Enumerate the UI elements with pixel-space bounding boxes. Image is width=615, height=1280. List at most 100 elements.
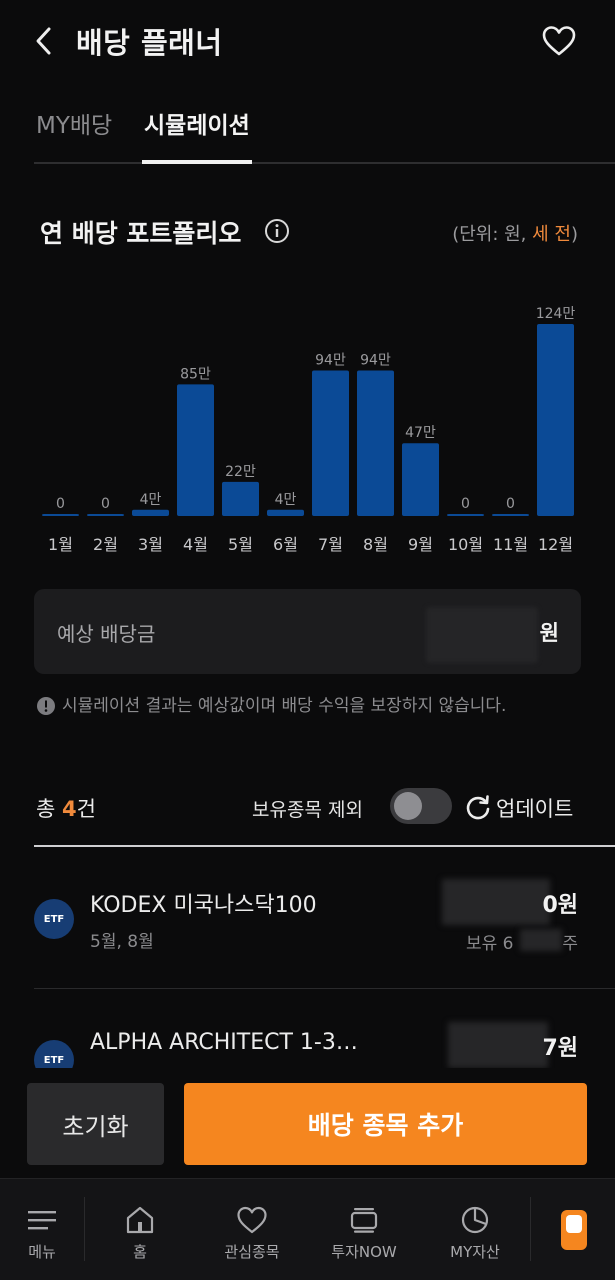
nav-separator [84,1197,85,1261]
bar-9[interactable] [402,443,439,516]
nav-menu[interactable]: 메뉴 [14,1179,70,1280]
data-label-5: 22만 [225,464,256,480]
bar-8[interactable] [357,370,394,517]
unit-label: (단위: 원, 세 전) [452,220,578,246]
exclude-holdings-label: 보유종목 제외 [252,799,363,821]
nav-watchlist-label: 관심종목 [224,1243,280,1261]
menu-icon [28,1211,56,1230]
month-label-7: 7월 [318,535,343,554]
data-label-3: 4만 [140,492,162,508]
nav-home[interactable]: 홈 [110,1179,170,1280]
bar-10[interactable] [447,514,484,516]
unit-suffix: ) [570,224,578,245]
nav-menu-label: 메뉴 [28,1243,56,1261]
bar-5[interactable] [222,481,259,516]
exclude-holdings-toggle[interactable] [390,788,452,824]
month-label-2: 2월 [93,535,118,554]
chevron-left-icon [36,27,51,55]
month-label-8: 8월 [363,535,388,554]
nav-invest-now-label: 투자NOW [331,1243,397,1261]
bar-6[interactable] [267,509,304,516]
nav-home-label: 홈 [133,1243,147,1261]
bar-12[interactable] [537,324,574,516]
data-label-4: 85만 [180,366,211,382]
heart-icon [542,26,576,56]
toggle-knob [394,792,422,820]
nav-watchlist[interactable]: 관심종목 [212,1179,292,1280]
item-name: KODEX 미국나스닥100 [90,893,317,918]
data-label-6: 4만 [275,492,297,508]
data-label-12: 124만 [536,306,576,322]
pie-chart-icon [461,1206,489,1234]
item-amount-suffix: 7원 [542,1036,578,1061]
unit-prefix: (단위: 원, [452,224,533,245]
total-count: 총 4건 [36,793,96,823]
tab-bar: MY배당 시뮬레이션 [34,96,615,164]
nav-invest-now[interactable]: 투자NOW [322,1179,406,1280]
bar-7[interactable] [312,370,349,517]
app-switch-icon [561,1210,587,1250]
reset-button[interactable]: 초기화 [27,1083,164,1165]
total-count-number: 4 [62,797,77,821]
tax-label: 세 전 [532,224,571,245]
total-prefix: 총 [36,797,62,821]
nav-app-switch[interactable] [556,1179,592,1280]
total-suffix: 건 [76,797,96,821]
feed-icon [350,1208,378,1233]
nav-my-assets[interactable]: MY자산 [440,1179,510,1280]
data-label-9: 47만 [405,425,436,441]
expected-dividend-box: 예상 배당금 원 [34,589,581,674]
tab-my-dividend[interactable]: MY배당 [36,106,112,162]
month-label-5: 5월 [228,535,253,554]
data-label-10: 0 [461,496,470,512]
home-icon [126,1206,154,1234]
notice-text: 시뮬레이션 결과는 예상값이며 배당 수익을 보장하지 않습니다. [62,696,507,716]
chart-svg: 0 1월 0 2월 4만 3월 85만 4월 22만 5월 4만 6월 94만 7월 94만 8월 47만 9월 0… [42,306,576,554]
month-label-12: 12월 [538,535,573,554]
month-label-3: 3월 [138,535,163,554]
item-amount-redacted [448,1022,548,1068]
simulation-notice: 시뮬레이션 결과는 예상값이며 배당 수익을 보장하지 않습니다. [36,694,526,718]
bar-3[interactable] [132,509,169,516]
nav-separator [530,1197,531,1261]
list-item[interactable]: ETF KODEX 미국나스닥100 5월, 8월 0원 보유 6 주 [34,849,615,989]
item-hold-redacted [520,929,562,951]
bottom-navigation: 메뉴 홈 관심종목 투자NOW MY자산 [0,1178,615,1280]
expected-dividend-label: 예상 배당금 [57,622,156,646]
item-hold-suffix: 주 [562,934,578,954]
bar-2[interactable] [87,514,124,516]
month-label-10: 10월 [448,535,483,554]
bar-1[interactable] [42,514,79,516]
page-title: 배당 플래너 [76,26,223,60]
item-name: ALPHA ARCHITECT 1-3… [90,1030,358,1055]
favorite-button[interactable] [539,22,579,60]
bar-4[interactable] [177,384,214,516]
item-amount-redacted [442,879,550,925]
dividend-planner-screen: 배당 플래너 MY배당 시뮬레이션 연 배당 포트폴리오 (단위: 원, 세 전… [0,0,615,1280]
refresh-icon[interactable] [464,793,492,821]
month-label-1: 1월 [48,535,73,554]
update-button[interactable]: 업데이트 [496,793,573,823]
data-label-1: 0 [56,496,65,512]
month-label-11: 11월 [493,535,528,554]
month-label-9: 9월 [408,535,433,554]
nav-my-assets-label: MY자산 [450,1243,500,1261]
action-bar: 초기화 배당 종목 추가 [0,1068,615,1178]
item-amount-suffix: 0원 [542,893,578,918]
bar-11[interactable] [492,514,529,516]
data-label-11: 0 [506,496,515,512]
alert-icon [37,697,55,715]
expected-amount-redacted [426,607,538,663]
tab-simulation[interactable]: 시뮬레이션 [142,106,252,164]
month-label-4: 4월 [183,535,208,554]
item-hold-prefix: 보유 6 [466,934,514,954]
data-label-2: 0 [101,496,110,512]
app-header: 배당 플래너 [0,0,615,82]
add-dividend-stock-button[interactable]: 배당 종목 추가 [184,1083,587,1165]
heart-icon [237,1206,267,1234]
back-button[interactable] [26,22,62,60]
data-label-7: 94만 [315,353,346,369]
info-icon[interactable] [264,218,290,244]
portfolio-title: 연 배당 포트폴리오 [40,219,242,248]
month-label-6: 6월 [273,535,298,554]
